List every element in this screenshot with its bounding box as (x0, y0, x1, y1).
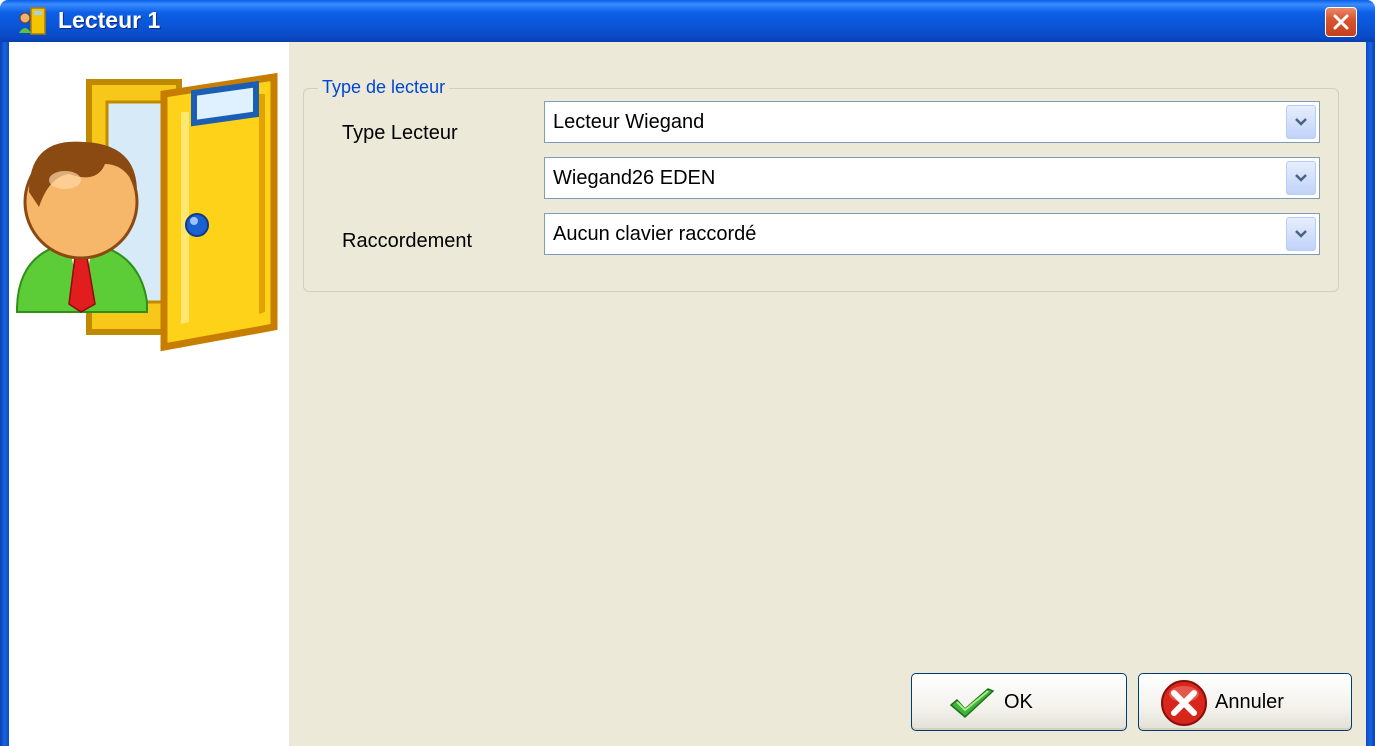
raccordement-label: Raccordement (342, 230, 473, 252)
illustration-panel (9, 42, 289, 746)
reader-type-groupbox: Type de lecteur Type Lecteur Lecteur Wie… (303, 77, 1339, 292)
door-app-icon (19, 7, 46, 35)
wiegand-format-value: Wiegand26 EDEN (553, 167, 716, 189)
close-icon (1333, 14, 1349, 30)
window-frame-left (0, 42, 9, 746)
cancel-button[interactable]: Annuler (1138, 673, 1352, 731)
connection-dropdown-button[interactable] (1286, 217, 1316, 251)
reader-type-value: Lecteur Wiegand (553, 111, 705, 133)
ok-label: OK (1004, 691, 1033, 713)
cancel-label: Annuler (1215, 691, 1284, 713)
chevron-down-icon (1295, 230, 1307, 238)
user-door-icon (16, 72, 278, 352)
window-title: Lecteur 1 (58, 7, 161, 33)
connection-value: Aucun clavier raccordé (553, 223, 757, 245)
wiegand-format-dropdown-button[interactable] (1286, 161, 1316, 195)
reader-type-dropdown-button[interactable] (1286, 105, 1316, 139)
groupbox-legend: Type de lecteur (318, 77, 450, 98)
error-x-icon (1161, 680, 1207, 726)
title-bar[interactable]: Lecteur 1 (0, 0, 1375, 42)
connection-select[interactable]: Aucun clavier raccordé (544, 213, 1320, 255)
dialog-content: Type de lecteur Type Lecteur Lecteur Wie… (289, 42, 1366, 746)
chevron-down-icon (1295, 118, 1307, 126)
window-frame-right (1366, 42, 1375, 746)
ok-button[interactable]: OK (911, 673, 1127, 731)
dialog-window: Lecteur 1 Type de lecteur Type Lecteur L… (0, 0, 1375, 746)
chevron-down-icon (1295, 174, 1307, 182)
wiegand-format-select[interactable]: Wiegand26 EDEN (544, 157, 1320, 199)
checkmark-icon (949, 688, 995, 719)
type-lecteur-label: Type Lecteur (342, 122, 458, 144)
reader-type-select[interactable]: Lecteur Wiegand (544, 101, 1320, 143)
close-button[interactable] (1325, 7, 1357, 37)
